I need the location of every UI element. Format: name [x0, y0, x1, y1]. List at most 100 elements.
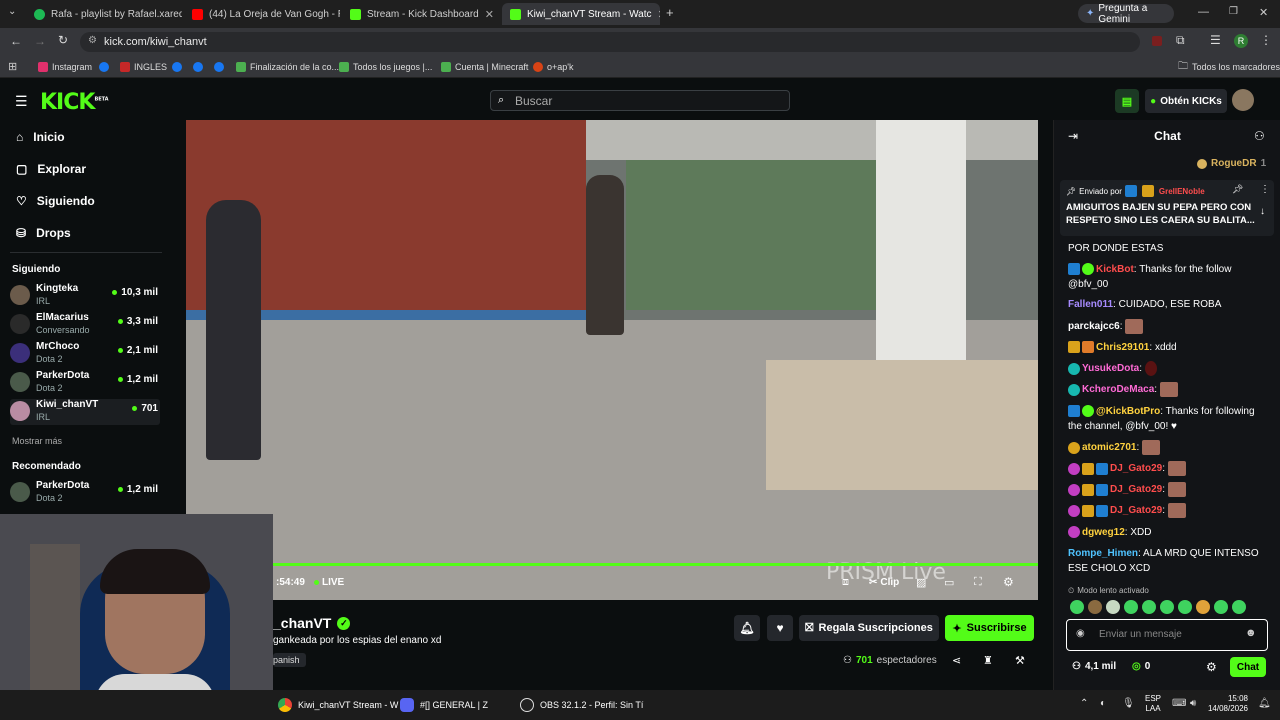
top-gifter[interactable]: RogueDR 1: [1197, 158, 1266, 169]
pin-icon[interactable]: 📌︎: [1232, 184, 1243, 195]
following-channel-kingteka[interactable]: Kingteka IRL 10,3 mil: [10, 283, 160, 309]
chat-settings-icon[interactable]: ⚙: [1206, 660, 1217, 674]
clock[interactable]: 15:08 14/08/2026: [1206, 694, 1248, 714]
no-video-icon[interactable]: ▨: [916, 576, 926, 589]
store-button[interactable]: ▤: [1115, 89, 1139, 113]
expand-icon[interactable]: ↓: [1260, 206, 1265, 217]
emote-icon[interactable]: [1088, 600, 1102, 614]
bookmark-minecraft[interactable]: Cuenta | Minecraft: [441, 59, 528, 75]
recommended-channel-parkerdota[interactable]: ParkerDota Dota 2 1,2 mil: [10, 480, 160, 506]
emote-icon[interactable]: [1160, 600, 1174, 614]
taskbar-chrome[interactable]: Kiwi_chanVT Stream - W: [278, 695, 398, 715]
hamburger-icon[interactable]: ☰: [15, 93, 28, 110]
microphone-icon[interactable]: 🎙︎: [1122, 698, 1135, 709]
chat-username[interactable]: atomic2701: [1082, 442, 1136, 453]
chat-message[interactable]: DJ_Gato29:: [1068, 461, 1268, 476]
bookmark-finalizacion[interactable]: Finalización de la co...: [236, 59, 339, 75]
language-indicator[interactable]: ESP LAA: [1145, 694, 1161, 714]
chat-username[interactable]: parckajcc6: [1068, 321, 1120, 332]
nav-inicio[interactable]: ⌂ Inicio: [16, 130, 65, 144]
chat-message[interactable]: KcheroDeMaca:: [1068, 382, 1268, 397]
progress-bar[interactable]: [186, 563, 1038, 566]
bookmark-juegos[interactable]: Todos los juegos |...: [339, 59, 432, 75]
address-bar[interactable]: ⚙ kick.com/kiwi_chanvt: [80, 32, 1140, 52]
chat-message[interactable]: @KickBotPro: Thanks for following the ch…: [1068, 404, 1268, 434]
browser-tab-spotify[interactable]: Rafa - playlist by Rafael.xared | ✕: [26, 3, 182, 25]
network-icon[interactable]: ⌨: [1172, 698, 1186, 709]
profile-avatar[interactable]: R: [1234, 34, 1248, 48]
restore-button[interactable]: ❐: [1229, 6, 1238, 17]
gemini-button[interactable]: ✦ Pregunta a Gemini: [1078, 3, 1174, 25]
chat-message[interactable]: atomic2701:: [1068, 440, 1268, 455]
chat-username[interactable]: KickBot: [1096, 264, 1134, 275]
bookmark-facebook[interactable]: [193, 59, 203, 75]
chat-message[interactable]: dgweg12: XDD: [1068, 525, 1268, 540]
show-more-link[interactable]: Mostrar más: [12, 436, 62, 446]
more-icon[interactable]: ⋮: [1260, 184, 1270, 195]
site-info-icon[interactable]: ⚙: [88, 35, 97, 46]
menu-icon[interactable]: ⋮: [1260, 33, 1272, 47]
emote-icon[interactable]: [1106, 600, 1120, 614]
emote-icon[interactable]: [1070, 600, 1084, 614]
theater-mode-icon[interactable]: ▭: [944, 576, 954, 589]
close-icon[interactable]: ✕: [657, 8, 660, 21]
chat-input[interactable]: ◉ Enviar un mensaje ☻: [1066, 619, 1268, 651]
tray-app-icon[interactable]: ◐: [1100, 698, 1106, 709]
puzzle-icon[interactable]: ⧉: [1176, 33, 1185, 48]
chat-username[interactable]: @KickBotPro: [1096, 406, 1160, 417]
user-badge-icon[interactable]: ◉: [1076, 628, 1085, 639]
minimize-button[interactable]: —: [1198, 6, 1209, 18]
tab-search-icon[interactable]: ⌄: [8, 6, 16, 17]
user-avatar[interactable]: [1232, 89, 1254, 111]
following-channel-parkerdota[interactable]: ParkerDota Dota 2 1,2 mil: [10, 370, 160, 396]
clip-button[interactable]: ✂ Clip: [869, 577, 899, 588]
chat-message[interactable]: Rompe_Himen: ALA MRD QUE INTENSO ESE CHO…: [1068, 546, 1268, 576]
chat-username[interactable]: dgweg12: [1082, 527, 1125, 538]
emote-icon[interactable]: [1124, 600, 1138, 614]
nav-explorar[interactable]: ▢ Explorar: [16, 162, 86, 176]
chat-message[interactable]: YusukeDota:: [1068, 361, 1268, 376]
chat-username[interactable]: YusukeDota: [1082, 363, 1139, 374]
apps-icon[interactable]: ⊞: [8, 60, 17, 73]
moderation-icon[interactable]: ♜: [983, 654, 993, 667]
tray-chevron-icon[interactable]: ⌃: [1080, 698, 1088, 709]
kick-logo[interactable]: KICKBETA: [40, 90, 109, 115]
send-chat-button[interactable]: Chat: [1230, 657, 1266, 677]
video-player[interactable]: PRISM Live :54:49 LIVE ⧈ ✂ Clip ▨ ▭ ⛶ ⚙: [186, 120, 1038, 600]
emote-icon[interactable]: [1232, 600, 1246, 614]
close-icon[interactable]: ✕: [485, 8, 494, 21]
search-input[interactable]: ⌕ Buscar: [490, 90, 790, 111]
chat-username[interactable]: DJ_Gato29: [1110, 463, 1162, 474]
channel-title[interactable]: _chanVT ✓: [273, 615, 351, 631]
browser-tab-kiwi-stream[interactable]: Kiwi_chanVT Stream - Watc ✕: [502, 3, 660, 25]
chat-message[interactable]: DJ_Gato29:: [1068, 482, 1268, 497]
subscribe-button[interactable]: ✦ Suscribirse: [945, 615, 1034, 641]
gift-subs-button[interactable]: ⛝ Regala Suscripciones: [799, 615, 939, 641]
bookmark-facebook[interactable]: [172, 59, 182, 75]
fullscreen-icon[interactable]: ⛶: [974, 576, 982, 589]
emoji-icon[interactable]: ☻: [1245, 627, 1257, 639]
miniplayer-icon[interactable]: ⧈: [842, 576, 849, 589]
settings-icon[interactable]: ⚙: [1003, 575, 1014, 589]
forward-icon[interactable]: →: [34, 34, 46, 48]
nav-drops[interactable]: ⛁ Drops: [16, 226, 71, 240]
emote-icon[interactable]: [1196, 600, 1210, 614]
chat-message[interactable]: parckajcc6:: [1068, 319, 1268, 334]
chat-username[interactable]: DJ_Gato29: [1110, 505, 1162, 516]
emote-icon[interactable]: [1178, 600, 1192, 614]
emote-bar[interactable]: [1070, 600, 1270, 616]
nav-siguiendo[interactable]: ♡ Siguiendo: [16, 194, 95, 208]
bookmark-instagram[interactable]: Instagram: [38, 59, 92, 75]
chat-message[interactable]: Fallen011: CUIDADO, ESE ROBA: [1068, 297, 1268, 312]
bookmark-oapk[interactable]: o+ap'k: [533, 59, 574, 75]
taskbar-discord[interactable]: #[] GENERAL | Z: [400, 695, 488, 715]
chat-message[interactable]: DJ_Gato29:: [1068, 503, 1268, 518]
browser-tab-kick-dashboard[interactable]: Stream - Kick Dashboard ✕: [342, 3, 500, 25]
reload-icon[interactable]: ↻: [58, 33, 68, 47]
pinned-message[interactable]: 📌︎ Enviado por GrellENoble 📌︎ ⋮ AMIGUITOS …: [1060, 180, 1274, 236]
bookmark-ingles[interactable]: INGLES: [120, 59, 167, 75]
emote-icon[interactable]: [1142, 600, 1156, 614]
taskbar-obs[interactable]: OBS 32.1.2 - Perfil: Sin Tí: [520, 695, 643, 715]
chat-username[interactable]: Fallen011: [1068, 299, 1113, 310]
following-channel-elmacarius[interactable]: ElMacarius Conversando 3,3 mil: [10, 312, 160, 338]
